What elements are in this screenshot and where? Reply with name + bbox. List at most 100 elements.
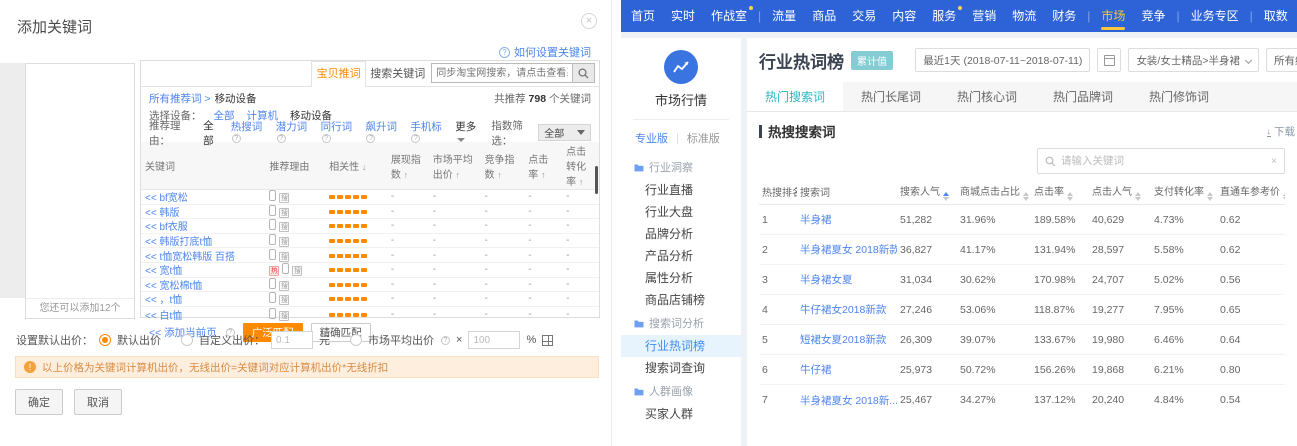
sort-ctr[interactable]: 点击率 [1031, 183, 1089, 201]
sort-competition[interactable]: 竞争指数 ↑ [480, 150, 524, 182]
download-link[interactable]: ↓ 下载 [1266, 124, 1295, 139]
radio-market-avg-bid[interactable] [350, 334, 362, 346]
reason-option-mobiletag[interactable]: 手机标? [410, 119, 445, 146]
confirm-button[interactable]: 确定 [15, 389, 63, 415]
search-word-link[interactable]: 短裙女夏2018新款 [800, 334, 886, 346]
nav-traffic[interactable]: 流量 [764, 0, 804, 32]
tab-hot-longtail-words[interactable]: 热门长尾词 [843, 82, 939, 111]
search-button[interactable] [573, 63, 596, 83]
sort-pay-conversion[interactable]: 支付转化率 [1151, 183, 1217, 201]
sidebar-item-industry-hotwords[interactable]: 行业热词榜 [621, 335, 741, 357]
nav-competition[interactable]: 竞争 [1133, 0, 1173, 32]
sidebar-item-industry-overview[interactable]: 行业大盘 [621, 201, 741, 223]
nav-home[interactable]: 首页 [623, 0, 663, 32]
sort-click-popularity[interactable]: 点击人气 [1089, 183, 1151, 201]
close-icon[interactable]: × [581, 13, 597, 29]
breadcrumb[interactable]: 所有推荐词 > [149, 91, 211, 106]
search-word-link[interactable]: 半身裙夏女 2018新... [800, 395, 897, 407]
sort-cvr[interactable]: 点击转化率 ↑ [562, 142, 599, 189]
reason-option-potential[interactable]: 潜力词? [276, 119, 311, 146]
sidebar-item-attribute-analysis[interactable]: 属性分析 [621, 267, 741, 289]
sort-mall-click-share[interactable]: 商城点击占比 [957, 183, 1031, 201]
terminal-dropdown[interactable]: 所有终端 [1266, 48, 1297, 72]
tab-hot-modifier-words[interactable]: 热门修饰词 [1131, 82, 1227, 111]
reason-option-rising[interactable]: 飙升词? [365, 119, 400, 146]
table-row: 1 半身裙 51,282 31.96% 189.58% 40,629 4.73%… [759, 205, 1285, 235]
nav-finance[interactable]: 财务 [1044, 0, 1084, 32]
search-word-icon: 搜 [279, 237, 290, 248]
table-row: 4 牛仔裙女2018新款 27,246 53.06% 118.87% 19,27… [759, 295, 1285, 325]
chevron-down-icon [457, 138, 466, 142]
reason-option-peer[interactable]: 同行词? [321, 119, 356, 146]
search-word-link[interactable]: 牛仔裙 [800, 364, 832, 376]
nav-warroom[interactable]: 作战室 [703, 0, 755, 32]
relevance-bars [325, 190, 387, 203]
nav-trade[interactable]: 交易 [844, 0, 884, 32]
calculator-grid-icon[interactable] [542, 334, 554, 346]
sort-icon [1207, 191, 1213, 201]
keyword-link[interactable]: << 白t恤 [145, 311, 182, 322]
search-word-icon: 搜 [279, 310, 290, 321]
sort-search-popularity[interactable]: 搜索人气 [897, 183, 957, 201]
recommend-panel: 宝贝推词 搜索关键词 所有推荐词 > 移动设备 共推荐 798 个关键词 选择设… [140, 60, 600, 343]
nav-business-zone[interactable]: 业务专区 [1183, 0, 1247, 32]
sidebar-item-buyer-crowd[interactable]: 买家人群 [621, 403, 741, 425]
section-industry-insight: 行业洞察 [621, 155, 741, 179]
search-word-link[interactable]: 牛仔裙女2018新款 [800, 304, 886, 316]
index-filter-label: 指数筛选： [491, 119, 523, 147]
radio-default-bid[interactable] [99, 334, 111, 346]
nav-content[interactable]: 内容 [884, 0, 924, 32]
nav-market[interactable]: 市场 [1093, 0, 1133, 32]
tab-hot-core-words[interactable]: 热门核心词 [939, 82, 1035, 111]
search-word-link[interactable]: 半身裙夏女 2018新款 [800, 244, 897, 256]
version-pro-tab[interactable]: 专业版 [635, 130, 668, 146]
date-range-picker[interactable]: 最近1天 (2018-07-11~2018-07-11) [915, 48, 1091, 72]
tab-product-words[interactable]: 宝贝推词 [311, 61, 367, 87]
sidebar-item-product-analysis[interactable]: 产品分析 [621, 245, 741, 267]
calendar-button[interactable] [1097, 48, 1122, 72]
help-link[interactable]: ? 如何设置关键词 [499, 44, 591, 60]
yuan-unit: 元 [319, 335, 330, 347]
reason-option-all[interactable]: 全部 [203, 118, 221, 148]
table-scrollbar[interactable] [595, 166, 598, 194]
sidebar-item-industry-live[interactable]: 行业直播 [621, 179, 741, 201]
reason-option-hot[interactable]: 热搜词? [231, 119, 266, 146]
search-word-link[interactable]: 半身裙女夏 [800, 274, 853, 286]
sort-ctr[interactable]: 点击率 ↑ [524, 150, 562, 182]
sort-impressions[interactable]: 展现指数 ↑ [387, 150, 429, 182]
cancel-button[interactable]: 取消 [74, 389, 122, 415]
index-filter-dropdown[interactable]: 全部 [538, 124, 591, 141]
keyword-filter-searchbox[interactable]: × [1037, 148, 1285, 174]
keyword-filter-input[interactable] [1061, 155, 1267, 167]
tab-hot-brand-words[interactable]: 热门品牌词 [1035, 82, 1131, 111]
tab-search-keywords[interactable]: 搜索关键词 [366, 61, 429, 86]
market-bid-percent-input[interactable] [468, 331, 521, 349]
nav-data-fetch[interactable]: 取数 [1256, 0, 1296, 32]
keyword-search-input[interactable] [431, 63, 574, 83]
category-dropdown[interactable]: 女装/女士精品>半身裙 [1128, 48, 1259, 72]
hotwords-table-header: 热搜排名 搜索词 搜索人气 商城点击占比 点击率 点击人气 支付转化率 直通车参… [759, 179, 1285, 205]
more-dropdown[interactable]: 更多 [455, 119, 481, 146]
nav-goods[interactable]: 商品 [804, 0, 844, 32]
sidebar-item-shop-ranking[interactable]: 商品店铺榜 [621, 289, 741, 311]
custom-bid-input[interactable] [271, 331, 313, 349]
radio-custom-bid[interactable] [181, 334, 193, 346]
sort-icon [1135, 191, 1141, 201]
sidebar-item-brand-analysis[interactable]: 品牌分析 [621, 223, 741, 245]
nav-service[interactable]: 服务 [924, 0, 964, 32]
sort-avg-bid[interactable]: 市场平均出价 ↑ [429, 150, 481, 182]
tab-hot-search-words[interactable]: 热门搜索词 [747, 82, 843, 111]
relevance-bars [325, 249, 387, 262]
version-standard-tab[interactable]: 标准版 [687, 130, 720, 146]
search-word-link[interactable]: 半身裙 [800, 214, 832, 226]
nav-realtime[interactable]: 实时 [663, 0, 703, 32]
total-count: 共推荐 798 个关键词 [494, 93, 591, 105]
nav-logistics[interactable]: 物流 [1004, 0, 1044, 32]
arrow-down-icon: ↓ [361, 162, 367, 172]
sort-relevance[interactable]: 相关性 ↓ [325, 157, 387, 174]
nav-marketing[interactable]: 营销 [964, 0, 1004, 32]
sidebar-item-search-word-query[interactable]: 搜索词查询 [621, 357, 741, 379]
selected-keywords-box[interactable]: 您还可以添加12个 [25, 63, 135, 319]
clear-icon[interactable]: × [1271, 156, 1277, 167]
sort-ztc-ref-price[interactable]: 直通车参考价 [1217, 183, 1285, 201]
